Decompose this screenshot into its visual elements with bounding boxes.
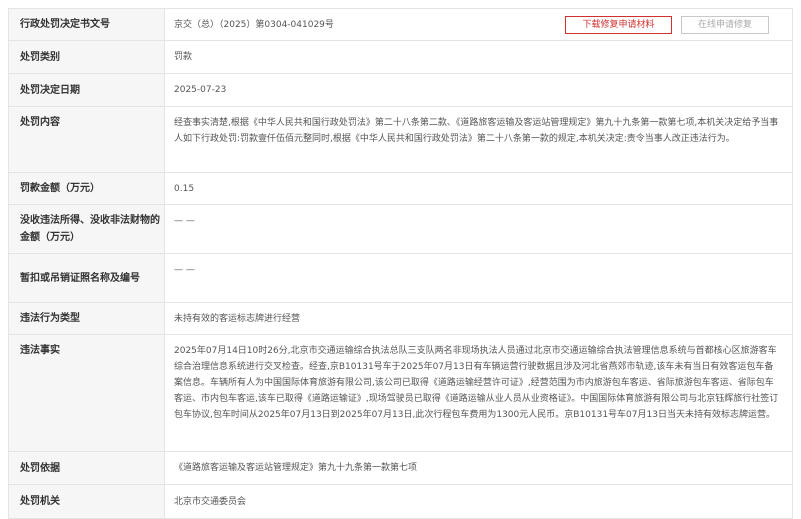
decision-number-text: 京交（总）（2025）第0304-041029号 [174, 19, 334, 30]
row-violation-facts: 违法事实 2025年07月14日10时26分,北京市交通运输综合执法总队三支队两… [9, 335, 792, 452]
row-value: — — [174, 216, 195, 226]
row-label: 处罚决定日期 [9, 74, 165, 106]
penalty-info-table: 行政处罚决定书文号 京交（总）（2025）第0304-041029号 下载修复申… [8, 8, 793, 519]
row-value: 经查事实清楚,根据《中华人民共和国行政处罚法》第二十八条第二款、《道路旅客运输及… [174, 118, 779, 144]
row-value: 北京市交通委员会 [174, 496, 247, 507]
row-label: 处罚类别 [9, 41, 165, 73]
row-penalty-type: 处罚类别 罚款 [9, 41, 792, 74]
row-penalty-content: 处罚内容 经查事实清楚,根据《中华人民共和国行政处罚法》第二十八条第二款、《道路… [9, 107, 792, 173]
row-label: 处罚依据 [9, 452, 165, 484]
row-label: 罚款金额（万元） [9, 173, 165, 204]
row-value: 0.15 [174, 183, 195, 194]
row-license-revocation: 暂扣或吊销证照名称及编号 — — [9, 254, 792, 303]
row-value: — — [174, 265, 195, 275]
row-violation-type: 违法行为类型 未持有效的客运标志牌进行经营 [9, 303, 792, 335]
row-decision-number: 行政处罚决定书文号 京交（总）（2025）第0304-041029号 下载修复申… [9, 9, 792, 41]
row-label: 没收违法所得、没收非法财物的金额（万元） [9, 205, 165, 253]
row-confiscation-amount: 没收违法所得、没收非法财物的金额（万元） — — [9, 205, 792, 254]
row-legal-basis: 处罚依据 《道路旅客运输及客运站管理规定》第九十九条第一款第七项 [9, 452, 792, 485]
row-value: 《道路旅客运输及客运站管理规定》第九十九条第一款第七项 [174, 463, 418, 473]
row-label: 行政处罚决定书文号 [9, 9, 165, 40]
row-label: 处罚机关 [9, 485, 165, 518]
row-value: 罚款 [174, 52, 193, 62]
row-fine-amount: 罚款金额（万元） 0.15 [9, 173, 792, 205]
row-value: 京交（总）（2025）第0304-041029号 下载修复申请材料 在线申请修复 [165, 9, 792, 40]
row-authority: 处罚机关 北京市交通委员会 [9, 485, 792, 518]
row-label: 违法事实 [9, 335, 165, 451]
row-label: 处罚内容 [9, 107, 165, 172]
row-label: 违法行为类型 [9, 303, 165, 334]
download-repair-materials-button[interactable]: 下载修复申请材料 [565, 16, 672, 34]
online-repair-application-button[interactable]: 在线申请修复 [681, 16, 769, 34]
row-decision-date: 处罚决定日期 2025-07-23 [9, 74, 792, 107]
row-value: 未持有效的客运标志牌进行经营 [174, 313, 301, 324]
row-value: 2025-07-23 [174, 85, 227, 95]
row-label: 暂扣或吊销证照名称及编号 [9, 254, 165, 302]
row-value: 2025年07月14日10时26分,北京市交通运输综合执法总队三支队两名非现场执… [174, 346, 779, 420]
